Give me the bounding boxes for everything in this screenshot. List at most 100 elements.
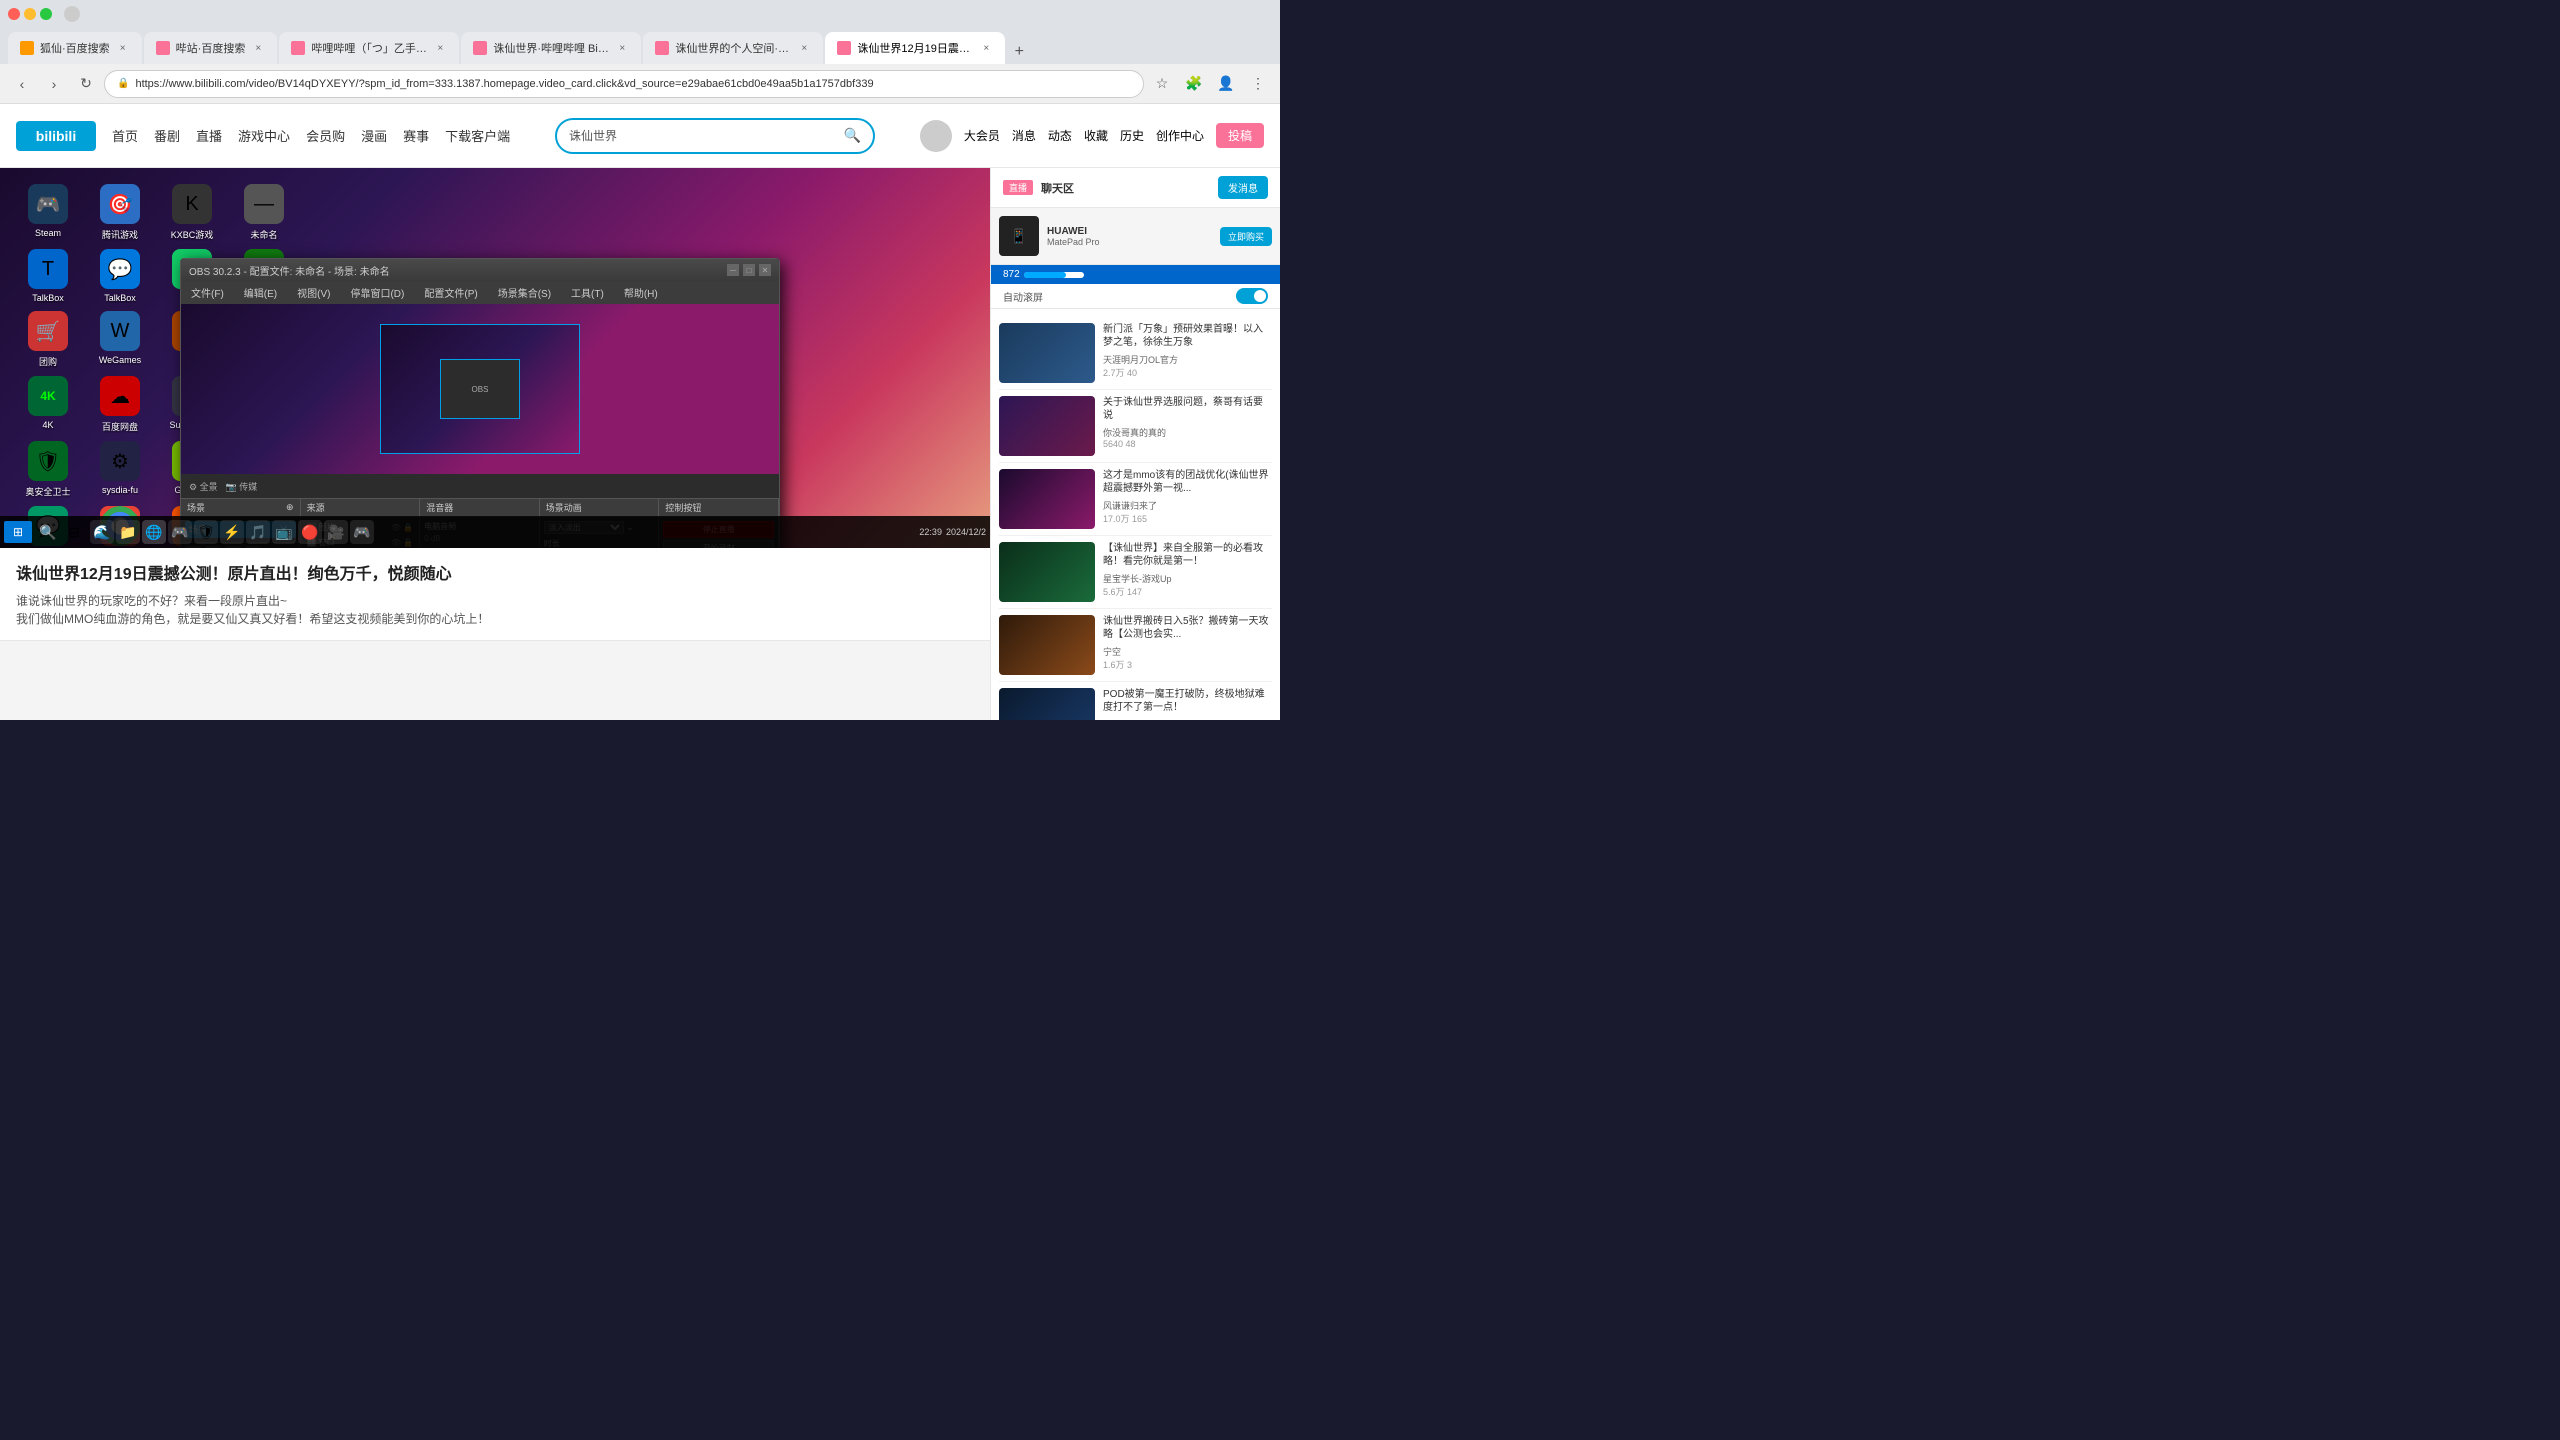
menu-button[interactable]: ⋮ <box>1244 70 1272 98</box>
upload-button[interactable]: 投稿 <box>1216 123 1264 148</box>
bilibili-logo[interactable]: bilibili <box>16 121 96 151</box>
huawei-cta-button[interactable]: 立即购买 <box>1220 227 1272 246</box>
obs-menu-file[interactable]: 文件(F) <box>185 283 230 302</box>
toggle-switch[interactable] <box>1236 288 1268 304</box>
tab-2[interactable]: 哔站·百度搜索 × <box>144 32 278 64</box>
nav-esports[interactable]: 赛事 <box>403 126 429 145</box>
obs-menu-profile[interactable]: 配置文件(P) <box>418 283 483 302</box>
desktop-icon-sysdia[interactable]: ⚙ sysdia-fu <box>88 441 152 498</box>
desktop-icon-wegames[interactable]: W WeGames <box>88 311 152 368</box>
obs-studio-mode[interactable]: 📷 传媒 <box>226 480 258 493</box>
close-button[interactable] <box>8 8 20 20</box>
taskbar-app6-icon[interactable]: ⚡ <box>220 520 244 544</box>
desktop-icon-shop[interactable]: 🛒 团购 <box>16 311 80 368</box>
create-label[interactable]: 创作中心 <box>1156 127 1204 144</box>
desktop-icon-unnamed[interactable]: — 未命名 <box>232 184 296 241</box>
obs-menu-view[interactable]: 视图(V) <box>291 283 336 302</box>
tab-close-2[interactable]: × <box>251 41 265 55</box>
taskbar-search-icon[interactable]: 🔍 <box>36 520 60 544</box>
related-item-0[interactable]: 新门派「万象」预研效果首曝！以入梦之笔，徐徐生万象 天涯明月刀OL官方 2.7万… <box>999 317 1272 390</box>
start-button[interactable]: ⊞ <box>4 521 32 543</box>
tab-close-1[interactable]: × <box>116 41 130 55</box>
search-icon[interactable]: 🔍 <box>844 127 861 144</box>
related-item-3[interactable]: 【诛仙世界】来自全服第一的必看攻略！看完你就是第一！ 星宝学长-游戏Up 5.6… <box>999 536 1272 609</box>
back-button[interactable]: ‹ <box>8 70 36 98</box>
taskbar-explorer-icon[interactable]: 📁 <box>116 520 140 544</box>
user-avatar[interactable] <box>920 120 952 152</box>
tabs-bar: 狐仙·百度搜索 × 哔站·百度搜索 × 哔哩哔哩（「つ」乙手一 blli... … <box>0 28 1280 64</box>
obs-menu-scenes[interactable]: 场景集合(S) <box>492 283 557 302</box>
obs-menu-dock[interactable]: 停靠窗口(D) <box>344 283 410 302</box>
huawei-product: MatePad Pro <box>1047 237 1212 247</box>
nav-download[interactable]: 下载客户端 <box>445 126 510 145</box>
tab-4[interactable]: 诛仙世界·哔哩哔哩 Bili... × <box>461 32 641 64</box>
desktop-icon-tencent[interactable]: 🎯 腾讯游戏 <box>88 184 152 241</box>
desktop-icon-talkbox2[interactable]: 💬 TalkBox <box>88 249 152 303</box>
desktop-icon-talkbox[interactable]: T TalkBox <box>16 249 80 303</box>
new-tab-button[interactable]: + <box>1007 40 1031 64</box>
send-message-button[interactable]: 发消息 <box>1218 176 1268 199</box>
refresh-button[interactable]: ↻ <box>72 70 100 98</box>
taskbar-app4-icon[interactable]: 🎮 <box>168 520 192 544</box>
nav-shop[interactable]: 会员购 <box>306 126 345 145</box>
taskbar-chrome-icon[interactable]: 🌐 <box>142 520 166 544</box>
maximize-button[interactable] <box>40 8 52 20</box>
tab-close-4[interactable]: × <box>615 41 629 55</box>
obs-close-button[interactable]: ✕ <box>759 264 771 276</box>
search-box[interactable]: 诛仙世界 🔍 <box>555 118 875 154</box>
profile-button[interactable]: 👤 <box>1212 70 1240 98</box>
obs-minimize-button[interactable]: ─ <box>727 264 739 276</box>
obs-menu-edit[interactable]: 编辑(E) <box>238 283 283 302</box>
related-stats-2: 17.0万 165 <box>1103 512 1272 525</box>
tab-close-6[interactable]: × <box>979 41 993 55</box>
nav-comics[interactable]: 漫画 <box>361 126 387 145</box>
nav-live[interactable]: 直播 <box>196 126 222 145</box>
tab-1[interactable]: 狐仙·百度搜索 × <box>8 32 142 64</box>
nav-games[interactable]: 游戏中心 <box>238 126 290 145</box>
obs-maximize-button[interactable]: □ <box>743 264 755 276</box>
desktop-icon-steam[interactable]: 🎮 Steam <box>16 184 80 241</box>
taskbar-app11-icon[interactable]: 🎮 <box>350 520 374 544</box>
unnamed-icon: — <box>244 184 284 224</box>
desktop-icon-4k[interactable]: 4K 4K <box>16 376 80 433</box>
history-label[interactable]: 历史 <box>1120 127 1144 144</box>
obs-scenes-add[interactable]: ⊕ <box>286 502 294 513</box>
desktop-icon-baidu[interactable]: ☁ 百度网盘 <box>88 376 152 433</box>
favorites-label[interactable]: 收藏 <box>1084 127 1108 144</box>
taskbar-app10-icon[interactable]: 🎥 <box>324 520 348 544</box>
star-button[interactable]: ☆ <box>1148 70 1176 98</box>
url-text: https://www.bilibili.com/video/BV14qDYXE… <box>135 78 1131 90</box>
tab-5[interactable]: 诛仙世界的个人空间·诛仙世界个人... × <box>643 32 823 64</box>
forward-button[interactable]: › <box>40 70 68 98</box>
desktop-icon-kxbc[interactable]: K KXBC游戏 <box>160 184 224 241</box>
desktop-icon-security[interactable]: 🛡 奥安全卫士 <box>16 441 80 498</box>
dynamic-label[interactable]: 动态 <box>1048 127 1072 144</box>
related-item-5[interactable]: 00:48 POD被第一魔王打破防，终极地狱难度打不了第一点！ 小茶最解解 2.… <box>999 682 1272 720</box>
related-item-4[interactable]: 诛仙世界搬砖日入5张？搬砖第一天攻略【公测也会实... 宁空 1.6万 3 <box>999 609 1272 682</box>
video-info: 诛仙世界12月19日震撼公测！原片直出！绚色万千，悦颜随心 谁说诛仙世界的玩家吃… <box>0 548 990 641</box>
taskbar-app5-icon[interactable]: 🛡 <box>194 520 218 544</box>
obs-scene-switcher[interactable]: ⚙ 全景 <box>189 480 218 493</box>
nav-home[interactable]: 首页 <box>112 126 138 145</box>
tab-close-3[interactable]: × <box>433 41 447 55</box>
vip-label[interactable]: 大会员 <box>964 127 1000 144</box>
tab-close-5[interactable]: × <box>797 41 811 55</box>
tab-3[interactable]: 哔哩哔哩（「つ」乙手一 blli... × <box>279 32 459 64</box>
taskbar-app8-icon[interactable]: 📺 <box>272 520 296 544</box>
minimize-button[interactable] <box>24 8 36 20</box>
messages-label[interactable]: 消息 <box>1012 127 1036 144</box>
nav-anime[interactable]: 番剧 <box>154 126 180 145</box>
obs-menubar: 文件(F) 编辑(E) 视图(V) 停靠窗口(D) 配置文件(P) 场景集合(S… <box>181 281 779 304</box>
related-item-1[interactable]: 关于诛仙世界选服问题，蔡哥有话要说 你没哥真的真的 5640 48 <box>999 390 1272 463</box>
related-item-2[interactable]: 这才是mmo该有的团战优化(诛仙世界超震撼野外第一视... 风谦谦归来了 17.… <box>999 463 1272 536</box>
taskbar-app7-icon[interactable]: 🎵 <box>246 520 270 544</box>
address-bar[interactable]: 🔒 https://www.bilibili.com/video/BV14qDY… <box>104 70 1144 98</box>
obs-menu-tools[interactable]: 工具(T) <box>565 283 610 302</box>
obs-menu-help[interactable]: 帮助(H) <box>618 283 664 302</box>
taskbar-app9-icon[interactable]: 🔴 <box>298 520 322 544</box>
extensions-button[interactable]: 🧩 <box>1180 70 1208 98</box>
taskbar-task-view[interactable]: ⊟ <box>62 520 86 544</box>
taskbar: ⊞ 🔍 ⊟ 🌊 📁 🌐 🎮 🛡 ⚡ <box>0 516 990 548</box>
tab-6-active[interactable]: 诛仙世界12月19日震撼公测 | 素... × <box>825 32 1005 64</box>
taskbar-edge-icon[interactable]: 🌊 <box>90 520 114 544</box>
